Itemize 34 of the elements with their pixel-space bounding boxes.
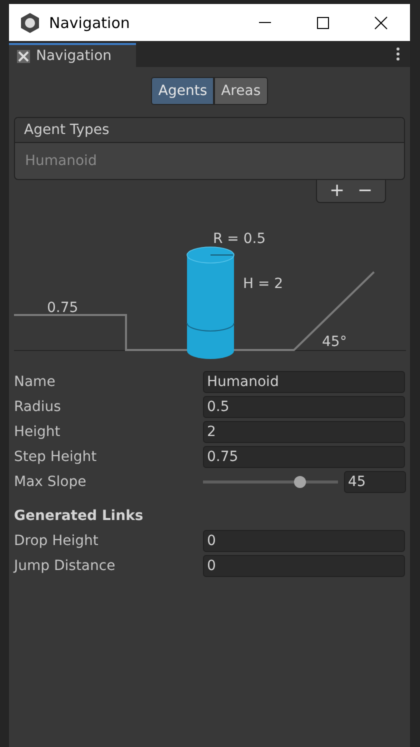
field-label: Name <box>14 374 56 390</box>
list-header: Agent Types <box>15 118 404 143</box>
slider-thumb[interactable] <box>294 476 306 488</box>
height-label: H = 2 <box>243 276 284 292</box>
tab[interactable]: Areas <box>214 77 268 105</box>
step-height-label: 0.75 <box>47 300 78 316</box>
tab[interactable]: Agents <box>151 77 214 105</box>
add-button[interactable]: + <box>323 180 351 202</box>
field-label: Radius <box>14 398 62 414</box>
input-field[interactable]: 0.75 <box>203 446 405 468</box>
maximize-icon <box>316 16 330 30</box>
app-icon <box>19 12 41 34</box>
radius-label: R = 0.5 <box>213 231 266 247</box>
panel-tab[interactable]: Navigation <box>9 43 136 67</box>
input-field[interactable]: 0.5 <box>203 396 405 418</box>
input-field[interactable]: 0 <box>203 554 405 576</box>
more-options-icon[interactable] <box>396 47 400 61</box>
minimize-icon <box>259 22 271 23</box>
close-icon <box>374 16 388 30</box>
field-label: Height <box>14 424 62 440</box>
panel-tab-label: Navigation <box>36 48 112 64</box>
window-title: Navigation <box>49 14 131 32</box>
section-title: Generated Links <box>14 508 144 524</box>
input-field[interactable]: Humanoid <box>203 370 405 392</box>
field-label: Max Slope <box>14 474 88 490</box>
slope-label: 45° <box>322 334 347 350</box>
navigation-icon <box>17 50 30 62</box>
remove-button[interactable]: − <box>351 180 379 202</box>
input-field[interactable]: 2 <box>203 420 405 442</box>
field-label: Drop Height <box>14 532 100 548</box>
field-label: Jump Distance <box>14 558 116 574</box>
input-field[interactable]: 45 <box>344 470 406 492</box>
field-label: Step Height <box>14 448 98 464</box>
input-field[interactable]: 0 <box>203 530 405 552</box>
